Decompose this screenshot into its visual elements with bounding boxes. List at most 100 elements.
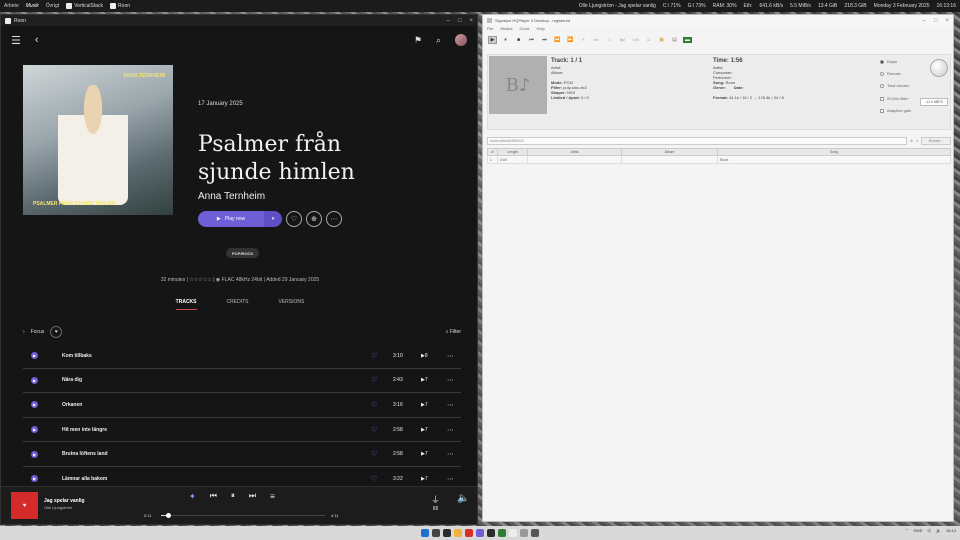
more-options-button[interactable]: ⋯ [326, 211, 342, 227]
avatar[interactable] [455, 34, 467, 46]
terminal-icon[interactable] [487, 529, 495, 537]
library-icon[interactable]: ▬ [683, 37, 692, 43]
col-num[interactable]: # [487, 148, 498, 156]
more-icon[interactable]: ⋯ [447, 475, 461, 483]
minimize-icon[interactable]: – [923, 18, 926, 24]
menu-modes[interactable]: Modes [500, 26, 512, 34]
signal-path-icon[interactable]: ◉ [216, 277, 220, 283]
play-track-icon[interactable]: ▶ [31, 475, 38, 483]
col-artist[interactable]: Artist [527, 148, 622, 156]
network-icon[interactable]: ⌬ [928, 528, 932, 533]
maximize-icon[interactable]: □ [934, 18, 938, 24]
queue-icon[interactable]: ≡ [270, 492, 275, 501]
taskchip-roon[interactable]: Roon [110, 3, 130, 9]
convolution-toggle[interactable]: Cn3 [631, 38, 640, 42]
table-row[interactable]: ▶ Nära dig ♡ 2:43 ▶7 ⋯ [23, 369, 461, 394]
radio-icon[interactable]: ✦ [189, 492, 196, 501]
minimize-icon[interactable]: – [447, 18, 450, 24]
roon-icon[interactable] [509, 529, 517, 537]
workspace-ovrigt[interactable]: Övrigt [46, 3, 59, 9]
heart-icon[interactable]: ♡ [371, 426, 393, 434]
rating-stars[interactable]: ☆☆☆☆☆ [189, 277, 211, 283]
chevron-up-icon[interactable]: ⌃ [905, 528, 908, 533]
now-playing-cover[interactable]: ♥ [11, 492, 38, 519]
maximize-icon[interactable]: □ [458, 18, 462, 24]
bitperfect-toggle[interactable]: Bpl [618, 38, 627, 42]
invert-toggle[interactable]: Inv [592, 38, 601, 42]
bottle-icon[interactable]: ♨ [644, 37, 653, 43]
close-icon[interactable]: × [469, 18, 473, 24]
table-row[interactable]: 1 0:00 Roon [487, 155, 951, 164]
rewind-icon[interactable]: ⏪ [553, 37, 562, 43]
genre-tag[interactable]: POP/ROCK [226, 248, 260, 258]
start-icon[interactable] [421, 529, 429, 537]
heart-icon[interactable]: ♡ [371, 376, 393, 384]
check-icon[interactable]: ✓ [579, 37, 588, 43]
play-track-icon[interactable]: ▶ [31, 426, 38, 434]
previous-icon[interactable]: ⏮ [210, 491, 217, 501]
app-icon[interactable] [531, 529, 539, 537]
play-track-icon[interactable]: ▶ [31, 401, 38, 409]
next-icon[interactable]: ⏭ [540, 37, 549, 43]
more-icon[interactable]: ⋯ [447, 352, 461, 360]
file-explorer-icon[interactable] [454, 529, 462, 537]
path-input[interactable]: audio:default/48000/2 [487, 137, 908, 145]
heart-icon[interactable]: ♡ [371, 352, 393, 360]
more-icon[interactable]: ⋯ [447, 450, 461, 458]
tag-button[interactable]: ⊕ [306, 211, 322, 227]
volume-icon[interactable]: 🔈 [936, 528, 941, 533]
tab-versions[interactable]: VERSIONS [278, 299, 304, 310]
col-song[interactable]: Song [717, 148, 951, 156]
stop-icon[interactable]: ■ [514, 37, 523, 43]
play-track-icon[interactable]: ▶ [31, 376, 38, 384]
chrome-icon[interactable] [465, 529, 473, 537]
table-row[interactable]: ▶ Kom tillbaks ♡ 3:10 ▶8 ⋯ [23, 344, 461, 369]
app-icon[interactable] [520, 529, 528, 537]
previous-icon[interactable]: ⏮ [527, 37, 536, 43]
seek-bar[interactable] [161, 513, 325, 518]
focus-button[interactable]: Focus [31, 329, 45, 335]
album-artist-link[interactable]: Anna Ternheim [198, 191, 265, 202]
tab-tracks[interactable]: TRACKS [175, 299, 197, 310]
clear-icon[interactable]: ⊗ [910, 139, 913, 143]
back-arrow-icon[interactable]: ‹ [35, 34, 39, 46]
table-row[interactable]: ▶ Orkanen ♡ 3:16 ▶7 ⋯ [23, 393, 461, 418]
menu-file[interactable]: File [487, 26, 493, 34]
zone-volume[interactable]: ⏚ 88 [431, 493, 440, 512]
col-length[interactable]: Length [497, 148, 528, 156]
browse-button[interactable]: Browse... [921, 137, 951, 145]
repeat-toggle[interactable]: 1 [605, 38, 614, 42]
pause-icon[interactable]: ⏸ [231, 491, 235, 501]
play-track-icon[interactable]: ▶ [31, 450, 38, 458]
tab-credits[interactable]: CREDITS [227, 299, 249, 310]
option-remain[interactable]: Remain [880, 71, 901, 76]
workspace-musik[interactable]: Musik [26, 3, 39, 9]
col-album[interactable]: Album [621, 148, 718, 156]
option-total-remain[interactable]: Total remain [880, 83, 909, 88]
option-adaptive-gain[interactable]: Adaptive gain [880, 108, 911, 113]
seek-handle[interactable] [166, 513, 172, 518]
search-icon[interactable]: ⌕ [436, 35, 441, 46]
table-row[interactable]: ▶ Hit men inte längre ♡ 2:58 ▶7 ⋯ [23, 418, 461, 443]
now-playing-title[interactable]: Jag spelar vanlig [44, 498, 85, 504]
speaker-icon[interactable]: 🔈 [457, 493, 469, 504]
play-options-dropdown[interactable]: ▾ [264, 211, 282, 227]
table-row[interactable]: ▶ Brutna löftens land ♡ 2:58 ▶7 ⋯ [23, 442, 461, 467]
favorite-button[interactable]: ♡ [286, 211, 302, 227]
more-icon[interactable]: ⋯ [447, 426, 461, 434]
volume-knob[interactable] [930, 59, 948, 77]
dropdown-icon[interactable]: ▾ [916, 139, 918, 143]
workspace-arbete[interactable]: Arbete [4, 3, 19, 9]
tray-clock[interactable]: 16:13 [946, 528, 956, 533]
taskchip-verticalstack[interactable]: VerticalStack [66, 3, 103, 9]
menu-help[interactable]: Help [536, 26, 544, 34]
save-icon[interactable]: ▤ [670, 37, 679, 43]
next-icon[interactable]: ⏭ [249, 491, 256, 501]
bookmark-icon[interactable]: ⚑ [414, 35, 422, 46]
filter-button[interactable]: ⌕ Filter [446, 329, 461, 335]
option-20khz-filter[interactable]: 20 kHz filter [880, 96, 908, 101]
heart-icon[interactable]: ♡ [371, 475, 393, 483]
play-track-icon[interactable]: ▶ [31, 352, 38, 360]
pause-icon[interactable]: ⏸ [501, 37, 510, 43]
play-now-button[interactable]: ▶ Play now [198, 211, 264, 227]
